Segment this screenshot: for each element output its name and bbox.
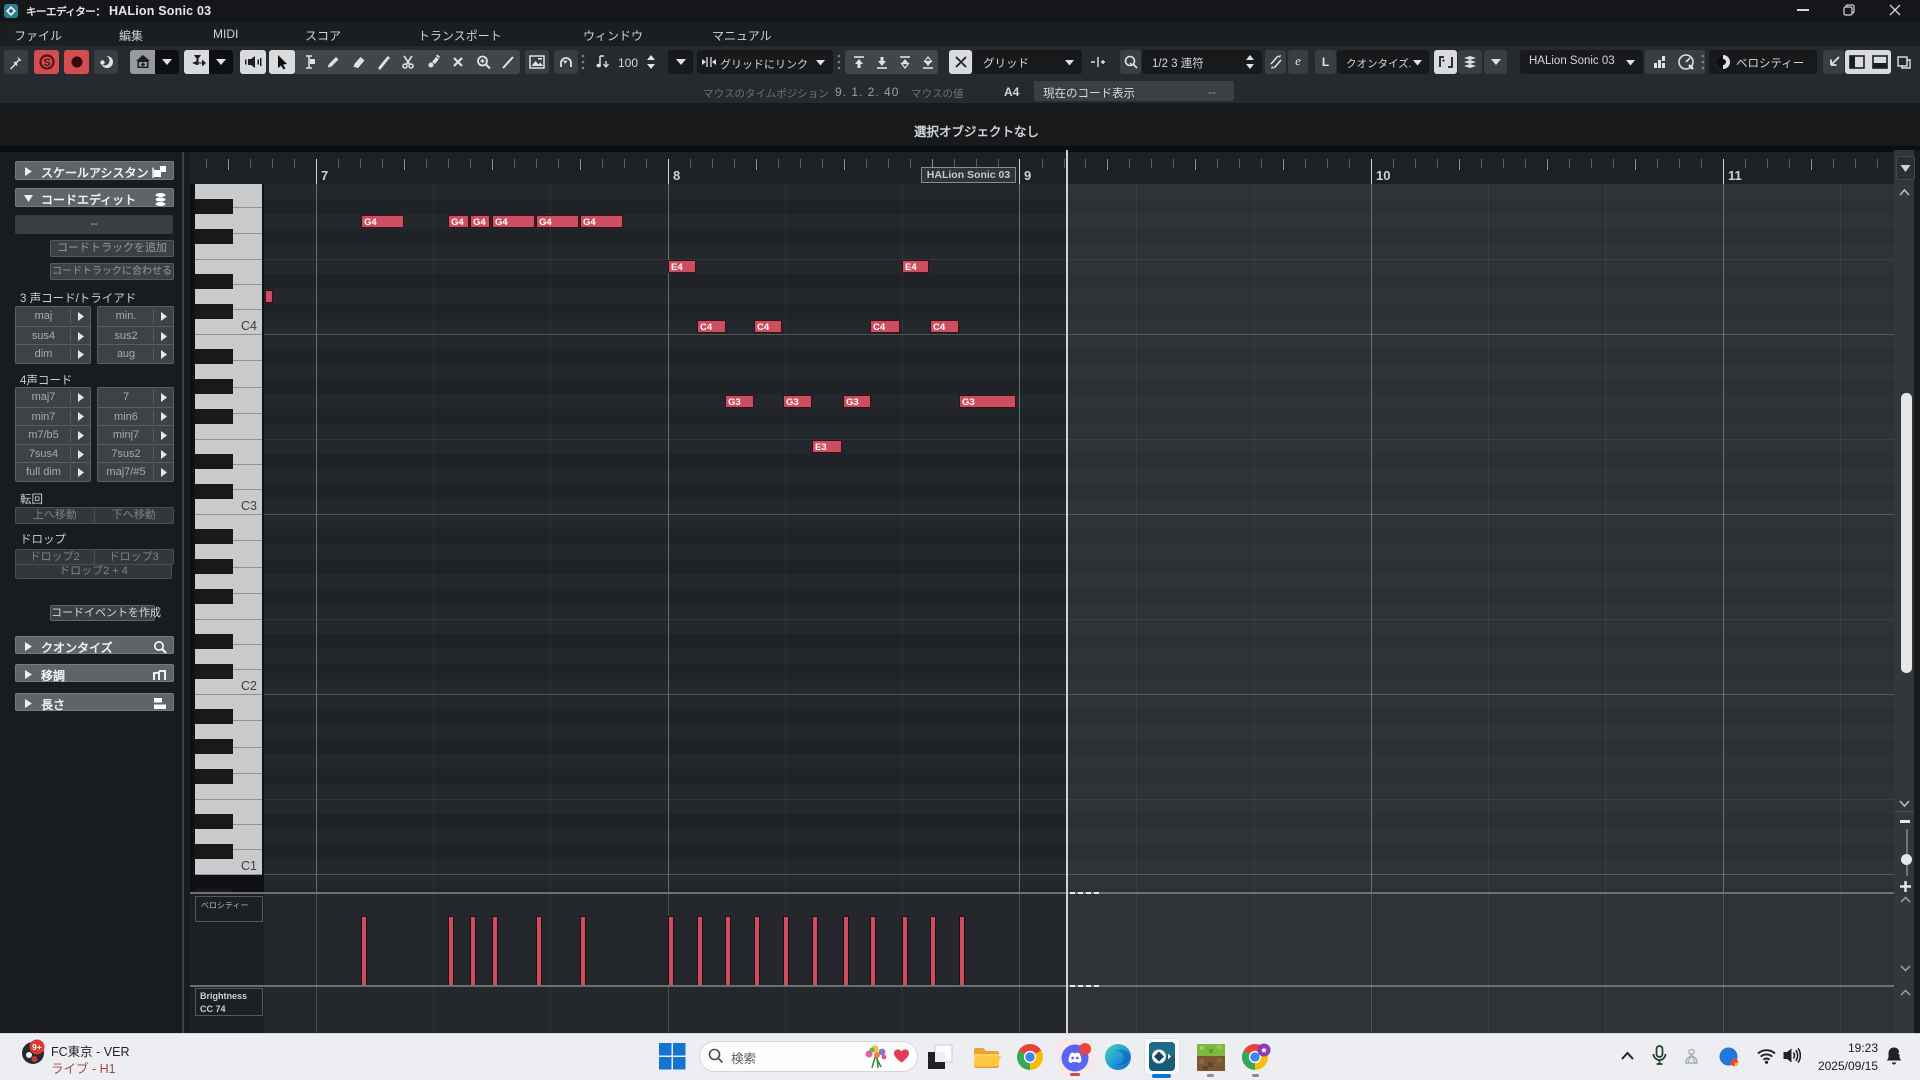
svg-text:9+: 9+	[32, 1042, 42, 1052]
svg-text:S: S	[43, 57, 50, 69]
svg-text:z: z	[1898, 1047, 1902, 1056]
svg-text:C1: C1	[241, 859, 257, 873]
svg-text:C4: C4	[241, 319, 257, 333]
svg-text:C2: C2	[241, 679, 257, 693]
svg-text:C3: C3	[241, 499, 257, 513]
